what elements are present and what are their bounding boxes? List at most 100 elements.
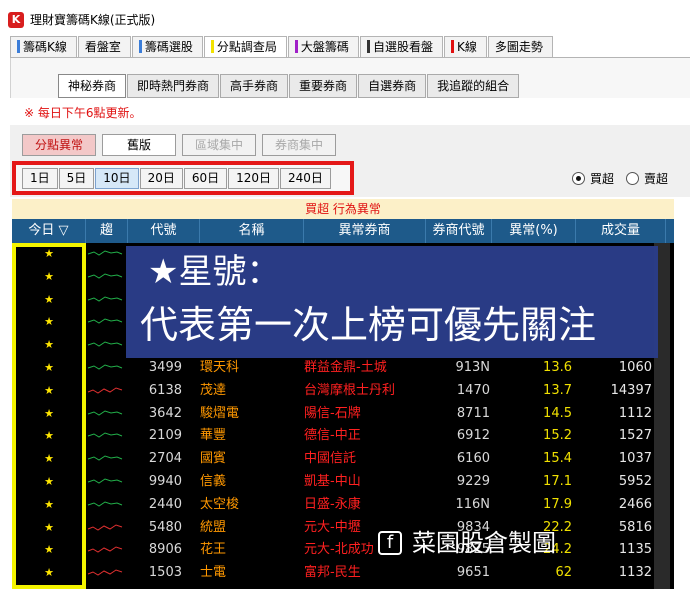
broker-code: 1470: [456, 382, 490, 398]
main-tab-1[interactable]: 籌碼K線: [10, 36, 77, 58]
abnormal-percent: 13.7: [543, 382, 572, 398]
mode-button-2[interactable]: 舊版: [102, 134, 176, 156]
radio-sell[interactable]: [626, 172, 640, 185]
trade-volume: 5952: [618, 474, 652, 489]
table-header: 今日 ▽ 趨代號 名稱 異常券商 券商代號 異常(%) 成交量: [12, 219, 674, 243]
table-row[interactable]: ★ 1503 士電 富邦-民生 9651 62 1132: [12, 562, 674, 585]
table-row[interactable]: ★ 3499 環天科 群益金鼎-土城 913N 13.6 1060: [12, 357, 674, 379]
tab-color-marker: [210, 40, 214, 53]
broker-code: 9651: [456, 565, 490, 581]
trend-sparkline: [86, 517, 128, 539]
abnormal-percent: 17.1: [543, 474, 572, 489]
main-tab-5[interactable]: 大盤籌碼: [287, 36, 359, 58]
stock-name: 士電: [200, 565, 227, 581]
stock-name: 駿熠電: [200, 405, 240, 421]
stock-code: 3499: [148, 360, 182, 375]
broker-code: 9229: [456, 474, 490, 489]
stock-code: 6138: [148, 382, 182, 398]
trend-sparkline: [86, 494, 128, 516]
period-button-6[interactable]: 120日: [228, 168, 280, 189]
stock-name: 國賓: [200, 451, 227, 467]
radio-buy[interactable]: [572, 172, 585, 185]
abnormal-percent: 15.4: [543, 451, 572, 467]
main-tab-label: 分點調查局: [216, 40, 277, 54]
column-header-3[interactable]: 代號: [128, 219, 200, 243]
trade-volume: 14397: [610, 382, 652, 398]
table-caption: 買超 行為異常: [12, 199, 674, 219]
update-notice: ※ 每日下午6點更新。: [24, 106, 142, 120]
stock-code: 2109: [148, 428, 182, 444]
period-button-1[interactable]: 1日: [22, 168, 58, 189]
abnormal-percent: 14.5: [543, 405, 572, 421]
trend-sparkline: [86, 357, 128, 379]
main-tab-7[interactable]: K線: [443, 36, 487, 58]
abnormal-percent: 17.9: [543, 496, 572, 512]
column-header-4[interactable]: 名稱: [200, 219, 304, 243]
main-tab-label: 多圖走勢: [494, 40, 543, 54]
trend-sparkline: [86, 425, 128, 447]
stock-name: 華豐: [200, 428, 227, 444]
trend-sparkline: [86, 448, 128, 470]
window-title: 理財寶籌碼K線(正式版): [30, 13, 156, 27]
sub-tab-1[interactable]: 神秘券商: [58, 74, 127, 98]
table-row[interactable]: ★ 3642 駿熠電 陽信-石牌 8711 14.5 1112: [12, 402, 674, 425]
banner-title: ★星號：: [148, 252, 281, 292]
main-tab-6[interactable]: 自選股看盤: [359, 36, 443, 58]
column-header-2[interactable]: 趨: [86, 219, 128, 243]
main-tab-4[interactable]: 分點調查局: [203, 36, 287, 59]
trend-sparkline: [86, 380, 128, 402]
abnormal-broker: 富邦-民生: [304, 565, 361, 581]
stock-name: 花王: [200, 542, 227, 558]
mode-button-3: 區域集中: [182, 134, 256, 156]
trade-volume: 1135: [618, 542, 652, 558]
table-row[interactable]: ★ 9940 信義 凱基-中山 9229 17.1 5952: [12, 471, 674, 493]
watermark-text: 菜園股倉製圖: [412, 529, 556, 557]
stock-code: 9940: [148, 474, 182, 489]
column-header-1[interactable]: 今日 ▽: [12, 219, 86, 243]
table-row[interactable]: ★ 5480 統盟 元大-中壢 9834 22.2 5816: [12, 516, 674, 539]
stock-code: 2440: [148, 496, 182, 512]
abnormal-percent: 15.2: [543, 428, 572, 444]
abnormal-broker: 群益金鼎-土城: [304, 360, 387, 375]
table-row[interactable]: ★ 2704 國賓 中國信託 6160 15.4 1037: [12, 448, 674, 471]
tab-color-marker: [294, 40, 298, 53]
sub-tab-4[interactable]: 重要券商: [289, 74, 358, 98]
table-row[interactable]: ★ 8906 花王 元大-北成功 9825 24.2 1135: [12, 539, 674, 562]
trend-sparkline: [86, 289, 128, 311]
trade-volume: 1132: [618, 565, 652, 581]
radio-label: 賣超: [644, 172, 669, 186]
period-button-2[interactable]: 5日: [58, 168, 95, 189]
stock-name: 太空梭: [200, 496, 240, 512]
table-row[interactable]: ★ 6138 茂達 台灣摩根士丹利 1470 13.7 14397: [12, 379, 674, 402]
app-logo-icon: K: [8, 12, 24, 28]
banner-subtitle: 代表第一次上榜可優先關注: [140, 303, 597, 347]
period-button-4[interactable]: 20日: [139, 168, 183, 189]
abnormal-percent: 13.6: [543, 360, 572, 375]
main-tab-2[interactable]: 看盤室: [77, 36, 131, 58]
sub-tab-3[interactable]: 高手券商: [220, 74, 289, 98]
tab-color-marker: [17, 40, 20, 53]
period-button-5[interactable]: 60日: [183, 168, 228, 189]
mode-button-1[interactable]: 分點異常: [22, 134, 96, 156]
sub-tab-6[interactable]: 我追蹤的組合: [427, 74, 520, 98]
column-header-7[interactable]: 異常(%): [492, 219, 576, 243]
trend-sparkline: [86, 471, 128, 493]
sub-tab-5[interactable]: 自選券商: [358, 74, 427, 98]
stock-code: 2704: [148, 451, 182, 467]
column-header-5[interactable]: 異常券商: [304, 219, 426, 243]
table-row[interactable]: ★ 2109 華豐 德信-中正 6912 15.2 1527: [12, 425, 674, 448]
trade-volume: 1527: [618, 428, 652, 444]
column-header-6[interactable]: 券商代號: [426, 219, 492, 243]
watermark: f 菜園股倉製圖: [378, 526, 556, 560]
main-tab-3[interactable]: 籌碼選股: [131, 36, 203, 58]
period-button-3[interactable]: 10日: [95, 168, 139, 189]
period-button-7[interactable]: 240日: [280, 168, 331, 189]
table-row[interactable]: ★ 2440 太空梭 日盛-永康 116N 17.9 2466: [12, 493, 674, 516]
column-header-8[interactable]: 成交量: [576, 219, 666, 243]
sub-tab-2[interactable]: 即時熱門券商: [127, 74, 220, 98]
main-tab-8[interactable]: 多圖走勢: [487, 36, 553, 58]
facebook-icon: f: [378, 531, 402, 555]
stock-code: 1503: [148, 565, 182, 581]
trade-volume: 5816: [618, 519, 652, 535]
tab-color-marker: [366, 40, 370, 53]
